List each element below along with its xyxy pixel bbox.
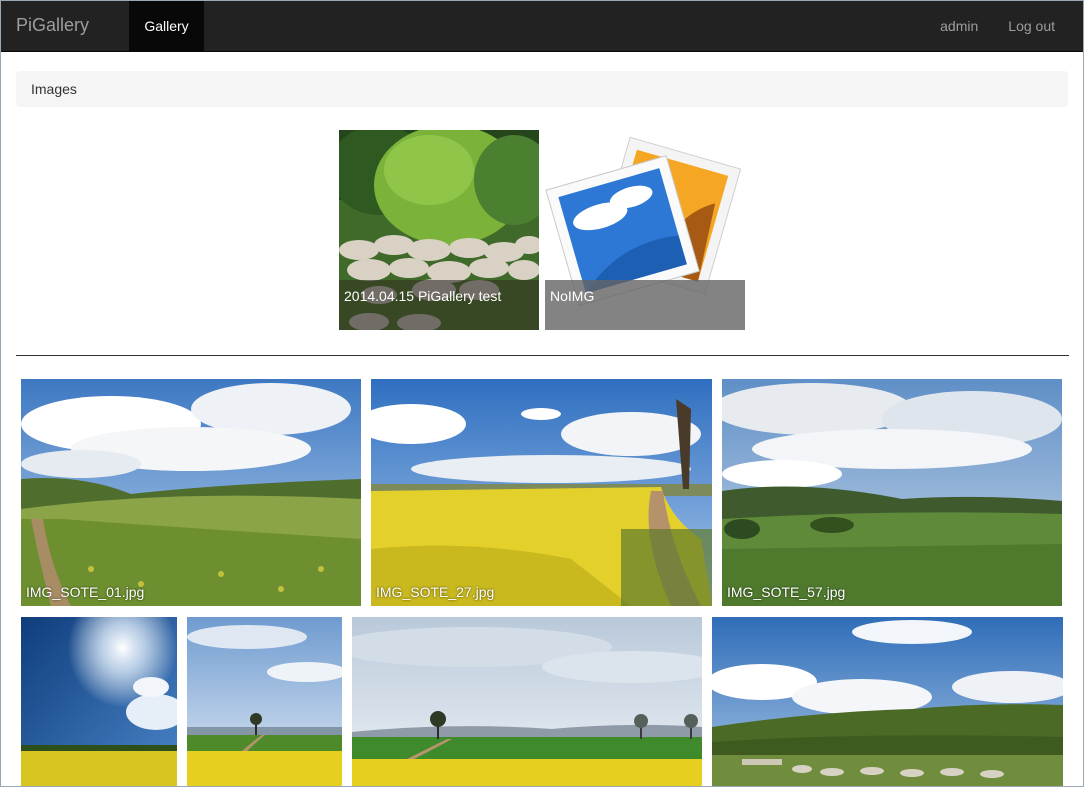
photo-tile[interactable]: IMG_SOTE_27.jpg bbox=[371, 379, 712, 606]
directory-caption: NoIMG bbox=[545, 280, 745, 330]
nav-right-group: admin Log out bbox=[925, 1, 1070, 51]
photo-caption: IMG_SOTE_27.jpg bbox=[376, 584, 495, 600]
photo-caption: IMG_SOTE_01.jpg bbox=[26, 584, 145, 600]
directory-tile[interactable]: NoIMG bbox=[545, 130, 745, 330]
photo-tile[interactable] bbox=[21, 617, 177, 786]
directory-tile[interactable]: 2014.04.15 PiGallery test bbox=[339, 130, 539, 330]
brand-link[interactable]: PiGallery bbox=[16, 15, 89, 36]
breadcrumb: Images bbox=[16, 71, 1068, 107]
photo-tile[interactable] bbox=[712, 617, 1063, 786]
photo-tile[interactable] bbox=[187, 617, 342, 786]
directory-caption: 2014.04.15 PiGallery test bbox=[339, 280, 539, 330]
photo-tile[interactable]: IMG_SOTE_01.jpg bbox=[21, 379, 361, 606]
breadcrumb-current: Images bbox=[31, 81, 77, 97]
user-link[interactable]: admin bbox=[925, 1, 993, 51]
photo-thumbnail bbox=[712, 617, 1063, 786]
logout-link[interactable]: Log out bbox=[993, 1, 1070, 51]
photo-thumbnail bbox=[722, 379, 1062, 606]
photo-thumbnail bbox=[21, 617, 177, 786]
photo-thumbnail bbox=[352, 617, 702, 786]
app-window: PiGallery Gallery admin Log out Images 2… bbox=[0, 0, 1084, 787]
nav-gallery-tab[interactable]: Gallery bbox=[129, 1, 204, 51]
photo-thumbnail bbox=[187, 617, 342, 786]
section-divider bbox=[16, 355, 1069, 356]
photo-thumbnail bbox=[371, 379, 712, 606]
photo-caption: IMG_SOTE_57.jpg bbox=[727, 584, 846, 600]
photo-tile[interactable]: IMG_SOTE_57.jpg bbox=[722, 379, 1062, 606]
photo-thumbnail bbox=[21, 379, 361, 606]
top-navbar: PiGallery Gallery admin Log out bbox=[1, 1, 1083, 52]
photo-tile[interactable] bbox=[352, 617, 702, 786]
